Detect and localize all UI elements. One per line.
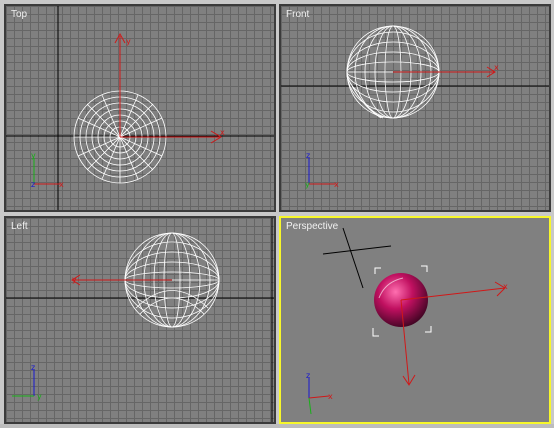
transform-gizmo-left[interactable] (71, 274, 172, 286)
transform-gizmo-front[interactable] (393, 66, 496, 78)
axis-tripod-front (308, 158, 335, 185)
gizmo-label-x: x (503, 282, 508, 291)
tripod-label-y: y (305, 180, 310, 189)
viewport-front[interactable]: Front x z x y (279, 4, 551, 212)
perspective-viewport-scene: x z x (306, 227, 508, 415)
gizmo-label-x: x (220, 128, 225, 137)
tripod-label-y: y (31, 151, 36, 160)
axis-tripod-left (12, 370, 35, 397)
tripod-label-y: y (37, 392, 42, 401)
top-viewport-scene: y x y x z (6, 6, 274, 210)
tripod-label-x: x (334, 180, 339, 189)
tripod-label-x: x (59, 180, 64, 189)
tripod-label-z: z (31, 180, 35, 189)
left-viewport-scene: y z y (6, 218, 274, 422)
front-viewport-scene: x z x y (281, 25, 549, 189)
gizmo-label-x: x (494, 63, 499, 72)
tripod-label-z: z (306, 151, 310, 160)
tripod-label-z: z (306, 371, 310, 380)
axis-tripod-top (33, 158, 60, 185)
axis-tripod-perspective (308, 378, 330, 415)
viewport-top[interactable]: Top y x y x z (4, 4, 276, 212)
viewport-left[interactable]: Left y z y (4, 216, 276, 424)
viewport-perspective[interactable]: Perspective x z x (279, 216, 551, 424)
tripod-label-z: z (31, 363, 35, 372)
bottom-strip (0, 424, 554, 428)
tripod-label-x: x (328, 392, 333, 401)
gizmo-label-y: y (126, 37, 131, 46)
gizmo-label-y: y (72, 275, 77, 284)
